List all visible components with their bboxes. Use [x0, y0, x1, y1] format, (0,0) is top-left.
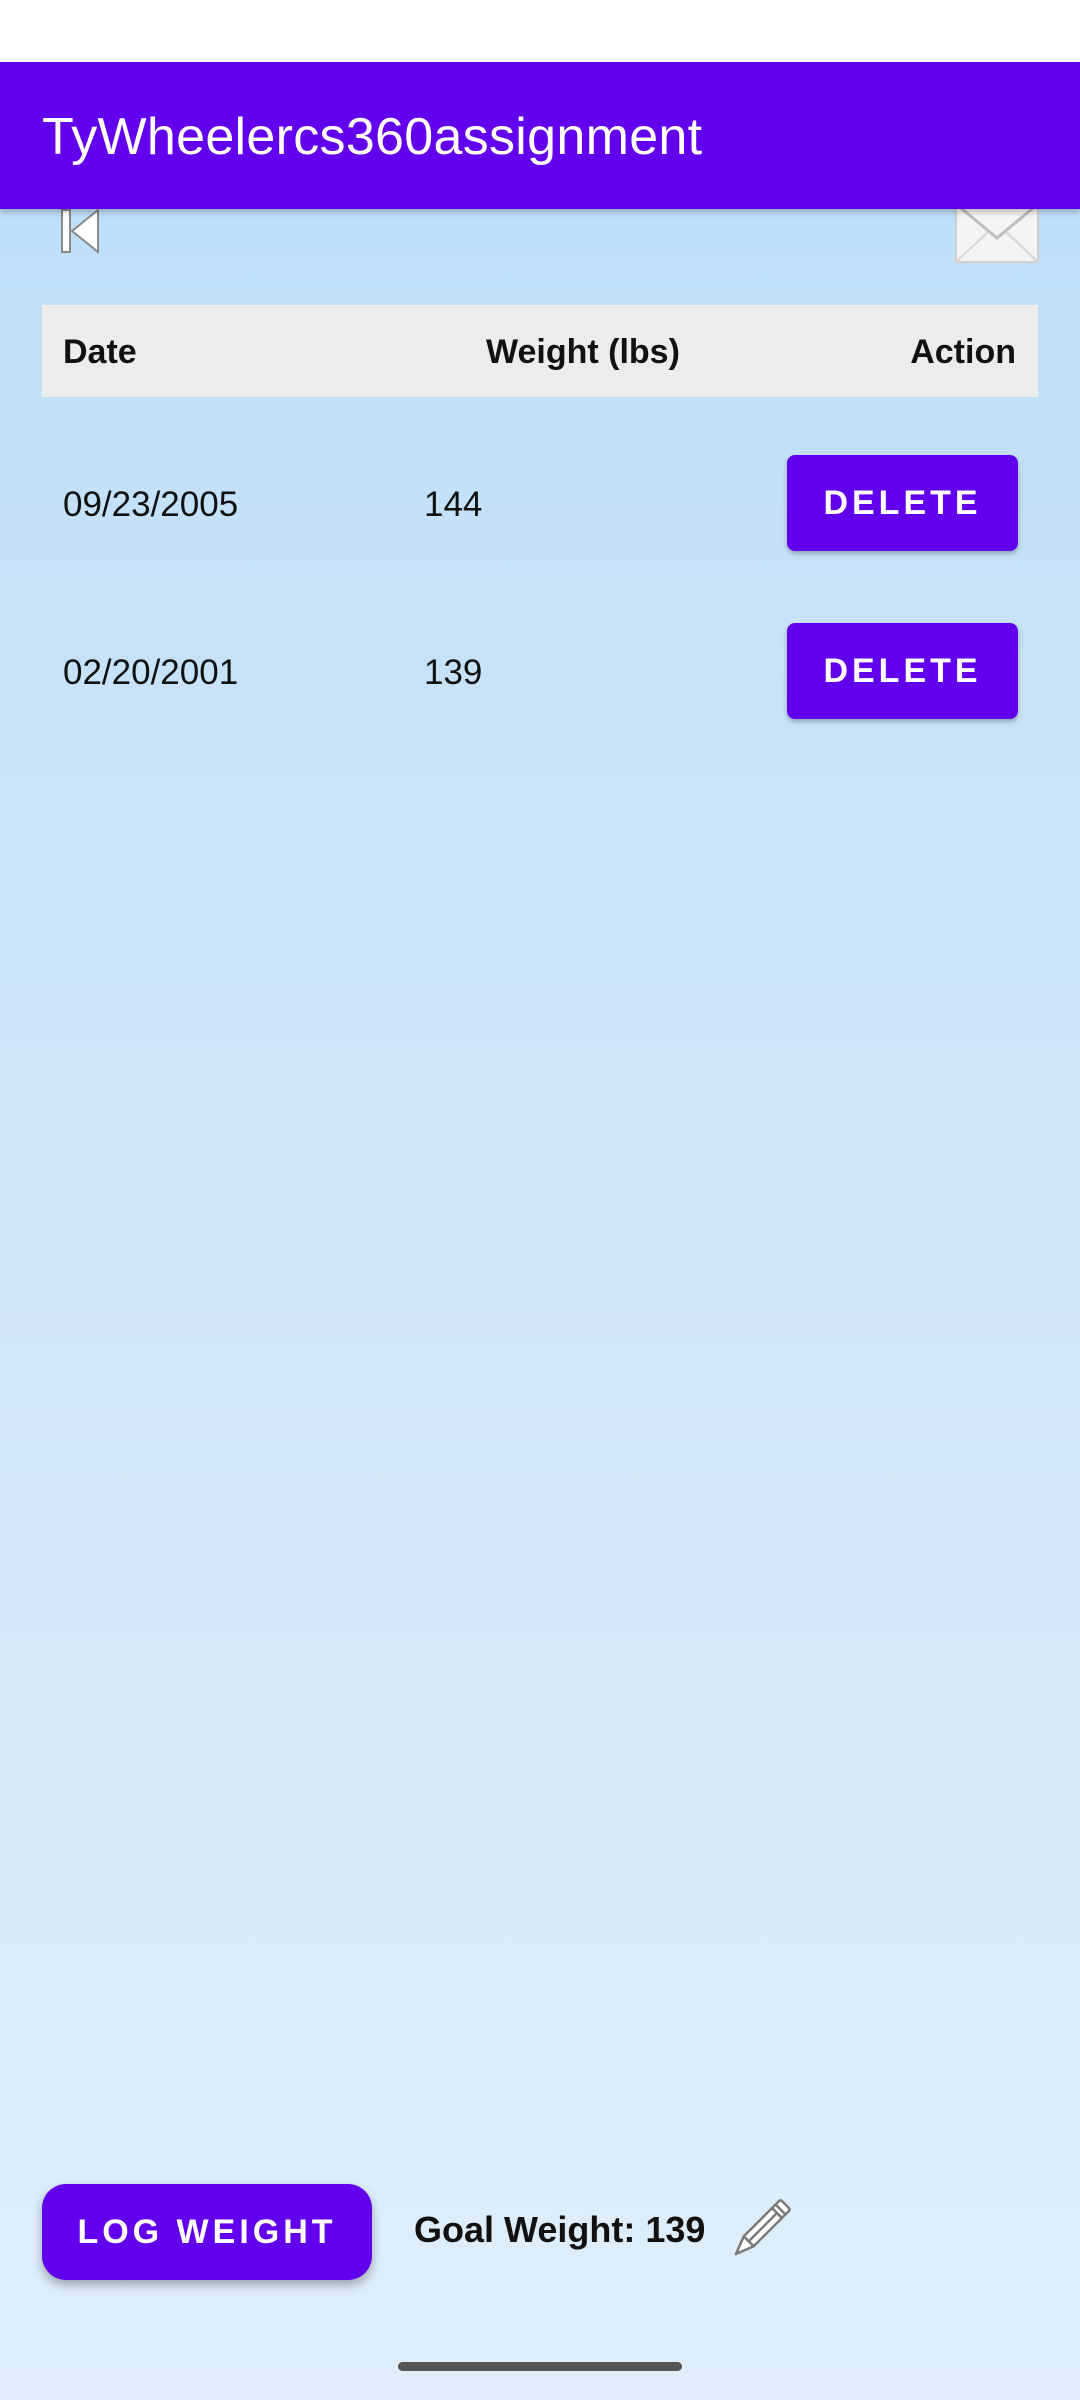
column-header-action: Action	[910, 333, 1016, 371]
skip-previous-icon[interactable]	[60, 202, 104, 320]
delete-button[interactable]: DELETE	[787, 455, 1018, 551]
column-header-weight: Weight (lbs)	[486, 333, 680, 371]
app-bar: TyWheelercs360assignment	[0, 62, 1080, 209]
row-date: 09/23/2005	[63, 485, 239, 524]
app-title: TyWheelercs360assignment	[42, 108, 703, 166]
row-weight: 139	[424, 653, 483, 692]
mail-envelope-icon[interactable]	[954, 202, 1040, 326]
app-screen: TyWheelercs360assignment Date Weight (lb…	[0, 62, 1080, 2400]
log-weight-button[interactable]: LOG WEIGHT	[42, 2184, 372, 2280]
row-date: 02/20/2001	[63, 653, 239, 692]
table-row: 02/20/2001 139 DELETE	[42, 623, 1038, 719]
table-header: Date Weight (lbs) Action	[42, 305, 1038, 397]
row-weight: 144	[424, 485, 483, 524]
column-header-date: Date	[63, 333, 137, 371]
delete-button[interactable]: DELETE	[787, 623, 1018, 719]
pencil-icon[interactable]	[722, 2192, 798, 2268]
navigation-handle[interactable]	[398, 2362, 682, 2371]
table-row: 09/23/2005 144 DELETE	[42, 455, 1038, 551]
status-bar	[0, 0, 1080, 62]
goal-weight-label: Goal Weight: 139	[414, 2209, 706, 2250]
